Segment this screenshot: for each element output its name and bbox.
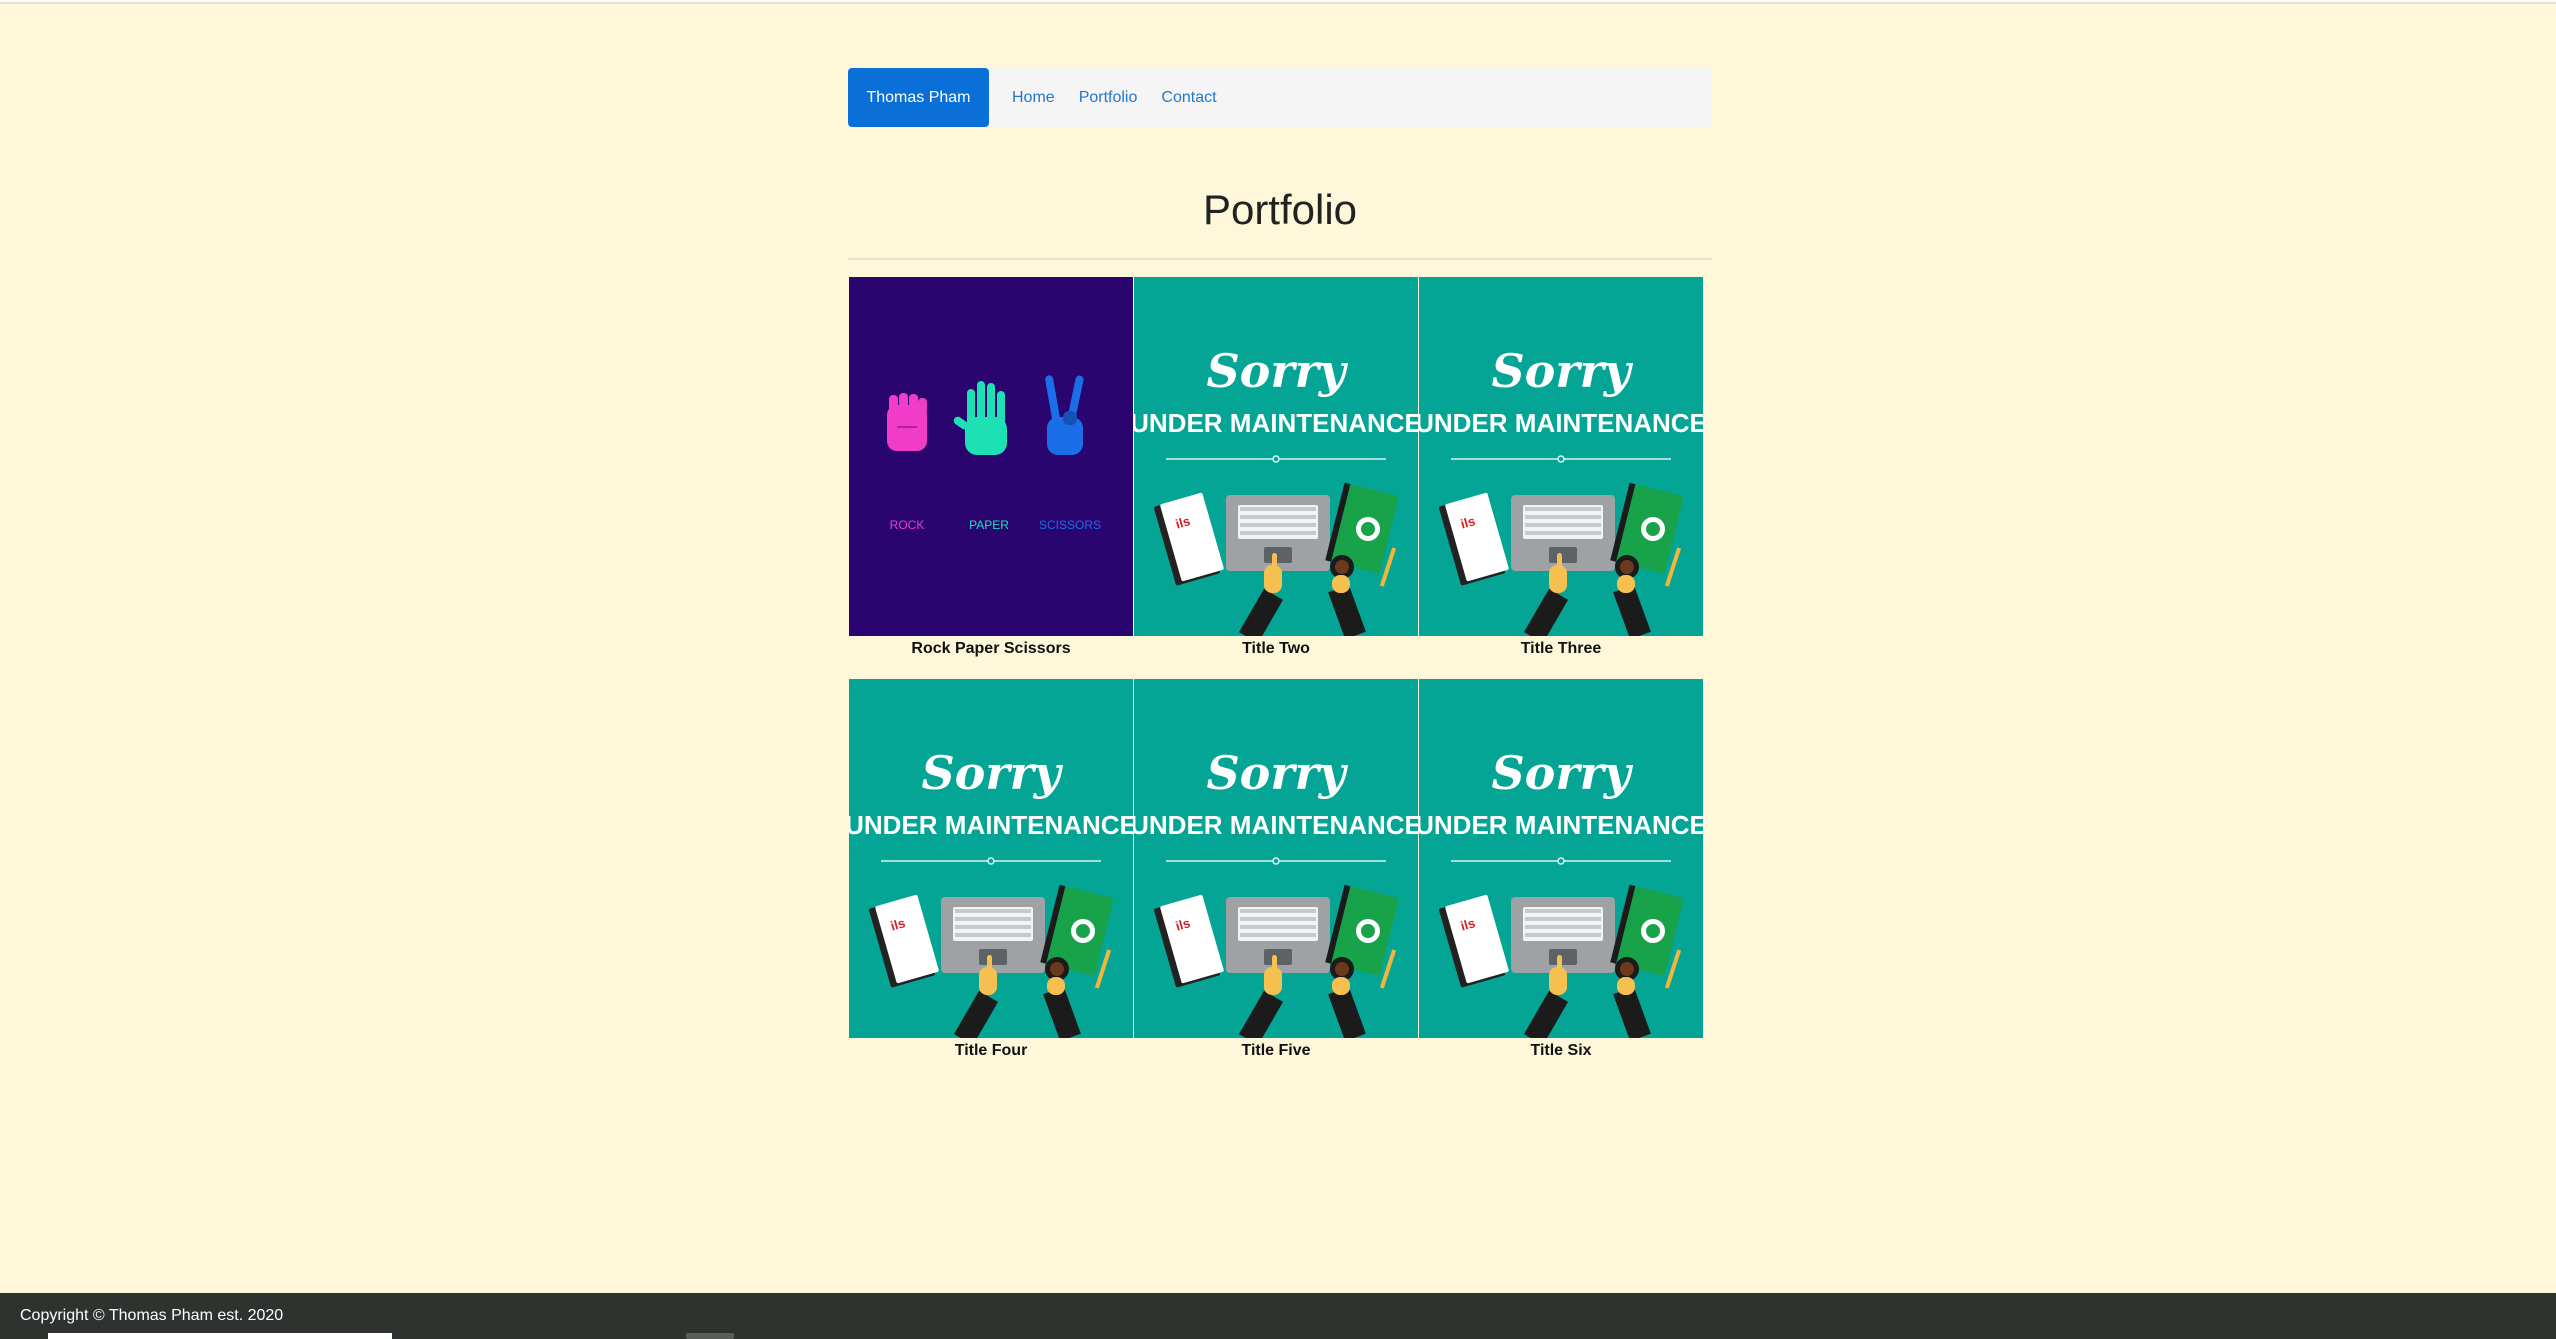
under-maintenance-illustration: Sorry UNDER MAINTENANCE ils xyxy=(1419,277,1703,636)
copyright-text: Copyright © Thomas Pham est. 2020 xyxy=(20,1307,284,1324)
nav-link-portfolio[interactable]: Portfolio xyxy=(1067,68,1150,127)
portfolio-image-under-maintenance[interactable]: Sorry UNDER MAINTENANCE ils xyxy=(1419,277,1703,636)
portfolio-item-4: Sorry UNDER MAINTENANCE ils Title Four xyxy=(849,679,1133,1060)
rock-paper-scissors-illustration: ROCK PAPER SCISSORS xyxy=(849,277,1133,636)
portfolio-caption: Title Two xyxy=(1242,640,1310,657)
laptop-icon xyxy=(1226,495,1330,571)
footer-bar xyxy=(48,1333,392,1339)
svg-text:Sorry: Sorry xyxy=(1491,344,1633,398)
svg-text:UNDER MAINTENANCE: UNDER MAINTENANCE xyxy=(849,810,1133,840)
laptop-icon xyxy=(1511,495,1615,571)
portfolio-image-under-maintenance[interactable]: Sorry UNDER MAINTENANCE ils xyxy=(1134,277,1418,636)
svg-text:UNDER MAINTENANCE: UNDER MAINTENANCE xyxy=(1134,408,1418,438)
portfolio-image-under-maintenance[interactable]: Sorry UNDER MAINTENANCE ils xyxy=(1419,679,1703,1038)
title-divider xyxy=(848,258,1712,260)
navbar: Thomas Pham Home Portfolio Contact xyxy=(848,68,1712,127)
svg-text:SCISSORS: SCISSORS xyxy=(1039,518,1101,532)
portfolio-image-under-maintenance[interactable]: Sorry UNDER MAINTENANCE ils xyxy=(849,679,1133,1038)
portfolio-item-2: Sorry UNDER MAINTENANCE ils Title Two xyxy=(1134,277,1418,658)
svg-text:ROCK: ROCK xyxy=(890,518,925,532)
portfolio-item-6: Sorry UNDER MAINTENANCE ils Title Six xyxy=(1419,679,1703,1060)
laptop-icon xyxy=(941,897,1045,973)
portfolio-caption: Title Five xyxy=(1241,1042,1311,1059)
nav-link-contact[interactable]: Contact xyxy=(1149,68,1228,127)
top-border xyxy=(0,0,2556,4)
svg-text:PAPER: PAPER xyxy=(969,518,1009,532)
navbar-brand[interactable]: Thomas Pham xyxy=(848,68,989,127)
svg-text:Sorry: Sorry xyxy=(1491,746,1633,800)
portfolio-caption: Title Six xyxy=(1530,1042,1592,1059)
under-maintenance-illustration: Sorry UNDER MAINTENANCE ils xyxy=(1419,679,1703,1038)
under-maintenance-illustration: Sorry UNDER MAINTENANCE ils xyxy=(1134,277,1418,636)
footer-scroll-marker xyxy=(686,1333,734,1339)
svg-text:Sorry: Sorry xyxy=(1206,344,1348,398)
nav-link-home[interactable]: Home xyxy=(989,68,1067,127)
svg-text:UNDER MAINTENANCE: UNDER MAINTENANCE xyxy=(1419,408,1703,438)
portfolio-item-1: ROCK PAPER SCISSORS Rock Paper Scissors xyxy=(849,277,1133,658)
laptop-icon xyxy=(1511,897,1615,973)
portfolio-item-3: Sorry UNDER MAINTENANCE ils Title Three xyxy=(1419,277,1703,658)
laptop-icon xyxy=(1226,897,1330,973)
portfolio-image-rock-paper-scissors[interactable]: ROCK PAPER SCISSORS xyxy=(849,277,1133,636)
svg-text:Sorry: Sorry xyxy=(921,746,1063,800)
under-maintenance-illustration: Sorry UNDER MAINTENANCE ils xyxy=(849,679,1133,1038)
rock-hand-icon xyxy=(887,393,927,451)
portfolio-caption: Title Three xyxy=(1520,640,1602,657)
svg-text:UNDER MAINTENANCE: UNDER MAINTENANCE xyxy=(1419,810,1703,840)
portfolio-item-5: Sorry UNDER MAINTENANCE ils Title Five xyxy=(1134,679,1418,1060)
under-maintenance-illustration: Sorry UNDER MAINTENANCE ils xyxy=(1134,679,1418,1038)
svg-text:UNDER MAINTENANCE: UNDER MAINTENANCE xyxy=(1134,810,1418,840)
portfolio-caption: Rock Paper Scissors xyxy=(911,640,1071,657)
page-title: Portfolio xyxy=(1202,186,1358,233)
svg-text:Sorry: Sorry xyxy=(1206,746,1348,800)
portfolio-image-under-maintenance[interactable]: Sorry UNDER MAINTENANCE ils xyxy=(1134,679,1418,1038)
portfolio-caption: Title Four xyxy=(954,1042,1028,1059)
